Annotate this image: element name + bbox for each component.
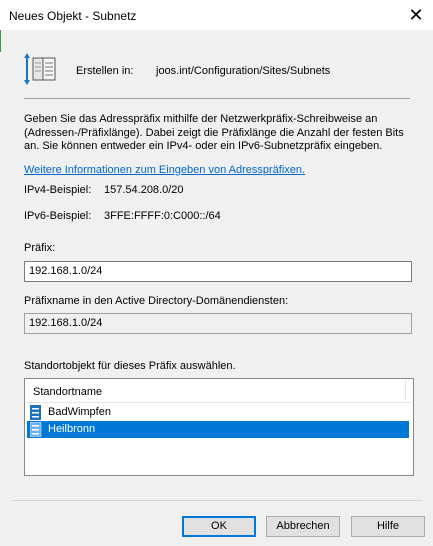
window-edge [0,30,1,52]
description-text: Geben Sie das Adresspräfix mithilfe der … [24,113,404,152]
column-header-site-name[interactable]: Standortname [26,380,412,403]
ipv4-example-value: 157.54.208.0/20 [104,184,184,196]
create-in-label: Erstellen in: [76,65,134,77]
ipv6-example-label: IPv6-Beispiel: [24,210,92,222]
site-name: BadWimpfen [48,406,111,418]
prefix-input[interactable]: 192.168.1.0/24 [24,261,412,282]
site-list[interactable]: Standortname BadWimpfen Heilbronn [24,378,414,476]
ok-button[interactable]: OK [182,516,256,537]
column-header-label: Standortname [33,386,103,398]
site-name: Heilbronn [48,423,96,435]
ipv4-example-label: IPv4-Beispiel: [24,184,92,196]
site-row-heilbronn[interactable]: Heilbronn [27,421,409,438]
title-bar: Neues Objekt - Subnetz ✕ [0,0,433,30]
site-row-badwimpfen[interactable]: BadWimpfen [27,404,409,421]
prefix-label: Präfix: [24,242,56,254]
help-button[interactable]: Hilfe [351,516,425,537]
header-separator [24,98,410,99]
site-icon [30,422,42,437]
site-picker-label: Standortobjekt für dieses Präfix auswähl… [24,360,236,372]
create-in-path: joos.int/Configuration/Sites/Subnets [156,65,331,77]
help-link[interactable]: Weitere Informationen zum Eingeben von A… [24,164,305,176]
prefix-name-field: 192.168.1.0/24 [24,313,412,334]
ipv6-example-value: 3FFE:FFFF:0:C000::/64 [104,210,221,222]
prefix-name-label: Präfixname in den Active Directory-Domän… [24,295,289,307]
subnet-book-icon [24,53,56,85]
footer-separator [12,500,422,501]
close-icon[interactable]: ✕ [405,4,427,26]
site-icon [30,405,41,420]
window-title: Neues Objekt - Subnetz [9,9,137,23]
cancel-button[interactable]: Abbrechen [266,516,340,537]
column-divider[interactable] [405,380,406,400]
